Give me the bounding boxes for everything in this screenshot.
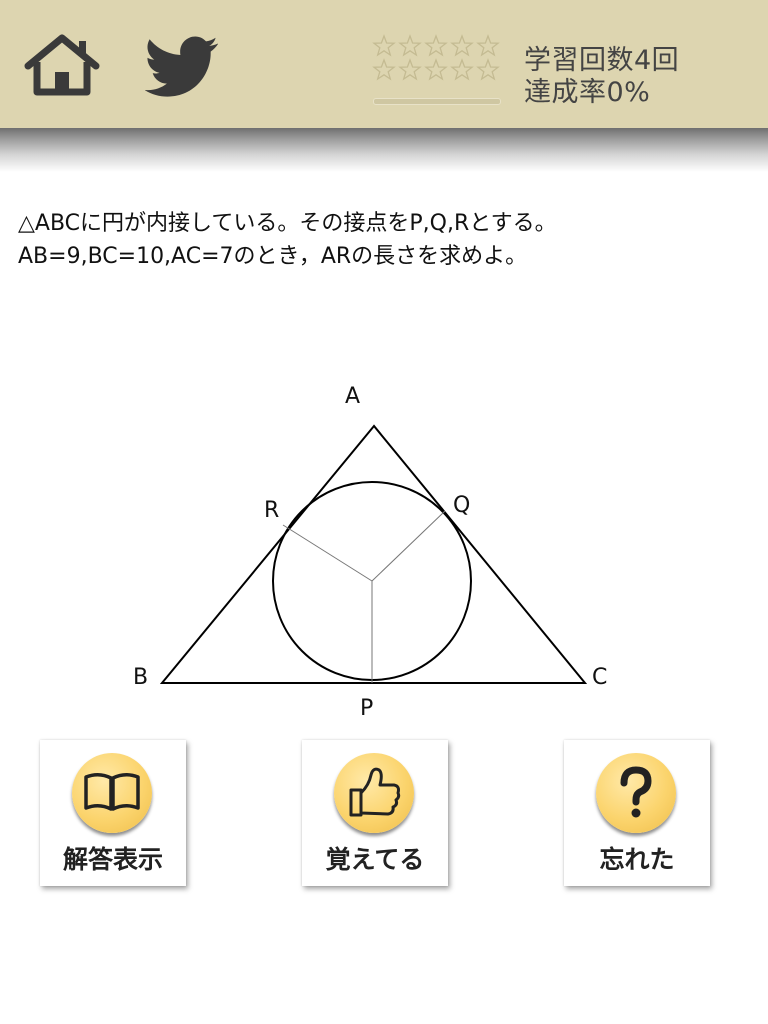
question-mark-icon xyxy=(596,753,676,833)
forgot-label: 忘れた xyxy=(599,845,675,874)
star-empty-icon xyxy=(424,34,448,57)
star-empty-icon xyxy=(450,58,474,81)
vertex-label-a: A xyxy=(345,384,361,409)
show-answer-button[interactable]: 解答表示 xyxy=(40,740,186,886)
star-empty-icon xyxy=(476,58,500,81)
show-answer-label: 解答表示 xyxy=(62,845,163,874)
star-empty-icon xyxy=(398,58,422,81)
twitter-button[interactable] xyxy=(144,36,219,98)
home-button[interactable] xyxy=(22,32,102,98)
thumbs-up-icon xyxy=(334,753,414,833)
star-empty-icon xyxy=(372,58,396,81)
question-line: AB=9,BC=10,AC=7のとき，ARの長さを求めよ。 xyxy=(18,244,528,269)
star-empty-icon xyxy=(398,34,422,57)
triangle-incircle-figure: A B C P Q R xyxy=(0,370,768,730)
progress-bar xyxy=(373,98,501,105)
triangle-abc xyxy=(159,424,588,684)
mastery-stars xyxy=(372,34,506,82)
question-text: △ABCに円が内接している。その接点をP,Q,Rとする。 AB=9,BC=10,… xyxy=(18,207,758,273)
star-empty-icon xyxy=(450,34,474,57)
figure-drawing xyxy=(159,424,588,684)
star-empty-icon xyxy=(372,34,396,57)
star-empty-icon xyxy=(476,34,500,57)
header-shadow xyxy=(0,128,768,172)
open-book-icon xyxy=(72,753,152,833)
radius-to-q xyxy=(371,510,446,582)
radius-to-r xyxy=(282,524,373,582)
achievement-rate: 達成率0% xyxy=(524,77,651,108)
remembered-label: 覚えてる xyxy=(325,845,425,874)
point-label-q: Q xyxy=(453,493,471,518)
star-empty-icon xyxy=(424,58,448,81)
question-line: △ABCに円が内接している。その接点をP,Q,Rとする。 xyxy=(18,211,557,236)
twitter-bird-icon xyxy=(144,36,219,97)
home-icon xyxy=(24,34,100,96)
vertex-label-b: B xyxy=(133,665,149,690)
forgot-button[interactable]: 忘れた xyxy=(564,740,710,886)
point-label-r: R xyxy=(264,498,280,523)
vertex-label-c: C xyxy=(592,665,608,690)
header-bar: 学習回数4回 達成率0% xyxy=(0,0,768,128)
point-label-p: P xyxy=(360,696,374,721)
remembered-button[interactable]: 覚えてる xyxy=(302,740,448,886)
